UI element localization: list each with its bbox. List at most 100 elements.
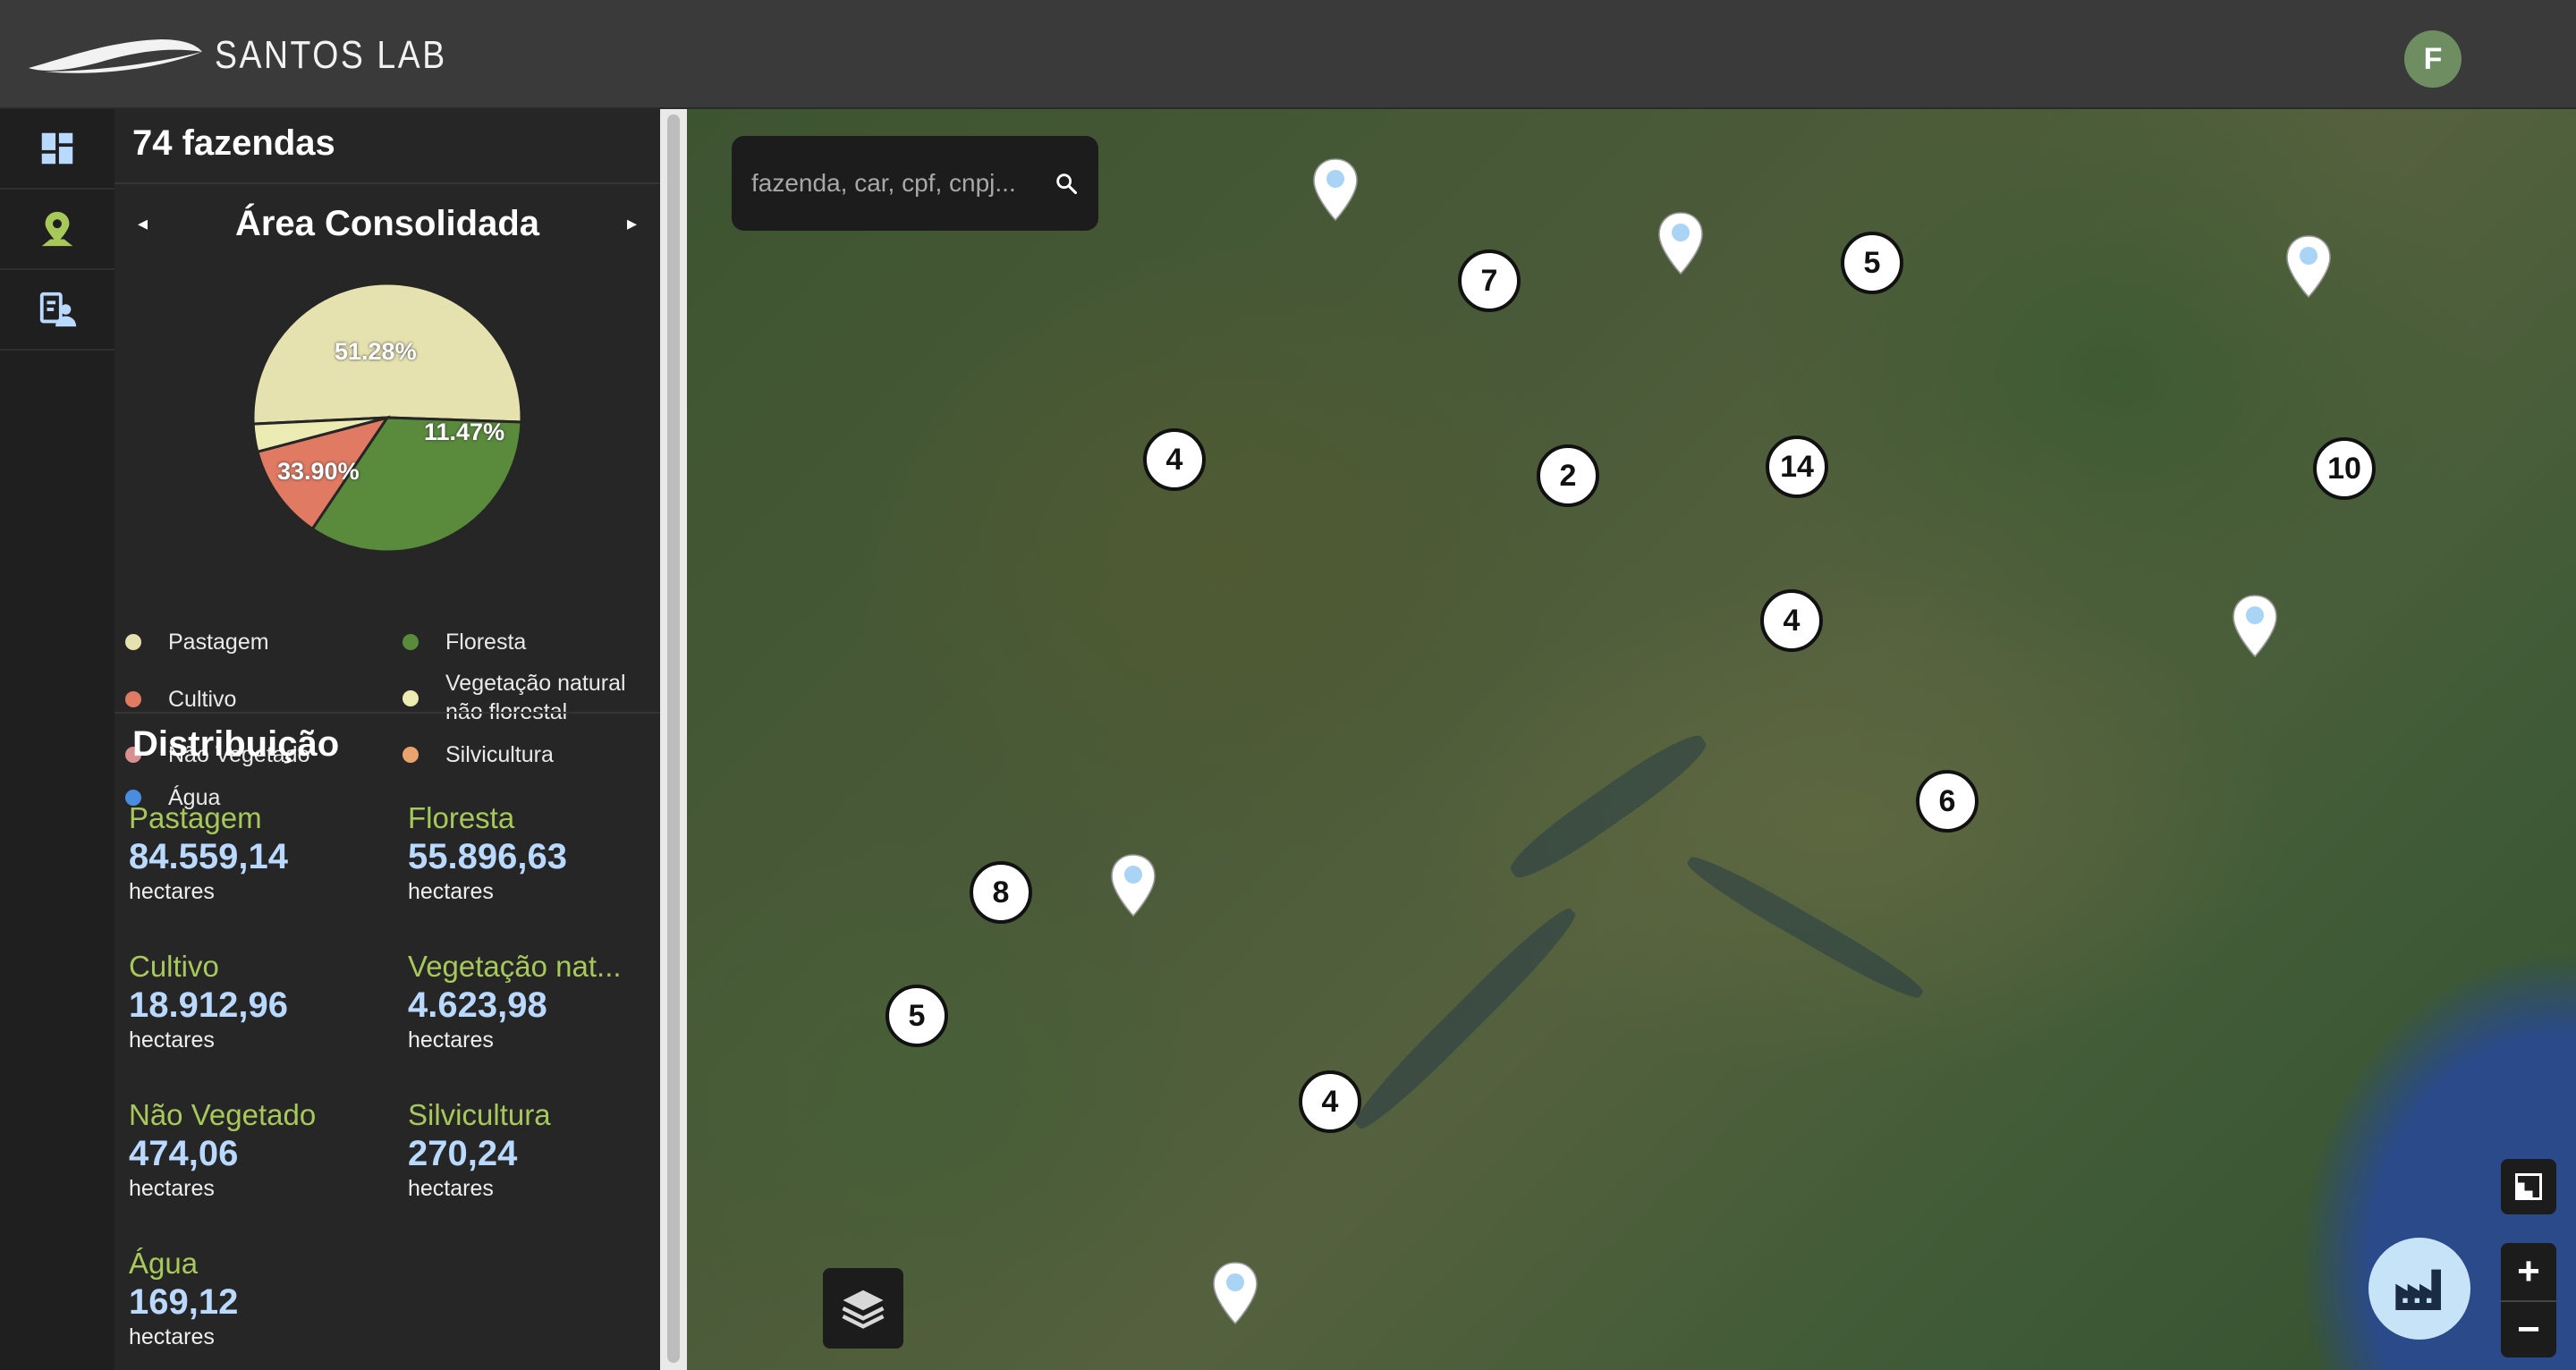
legend-label: Floresta	[445, 630, 527, 655]
stat-unit: hectares	[129, 879, 215, 904]
stat-silvicultura: Silvicultura 270,24 hectares	[408, 1098, 649, 1202]
icon-rail	[0, 109, 114, 1370]
zoom-in-button[interactable]: +	[2501, 1243, 2556, 1300]
stat-pastagem: Pastagem 84.559,14 hectares	[129, 801, 370, 905]
stat-unit: hectares	[408, 1028, 494, 1053]
legend-label: Silvicultura	[445, 742, 554, 767]
legend-swatch	[402, 690, 419, 706]
search-box[interactable]	[732, 136, 1098, 231]
carousel-prev-button[interactable]: ◂	[138, 212, 148, 235]
stat-vegetacao: Vegetação nat... 4.623,98 hectares	[408, 950, 649, 1053]
legend-item: Cultivo	[125, 685, 236, 714]
stat-value: 474,06	[129, 1134, 239, 1173]
section-divider	[114, 712, 660, 714]
map-pin-icon[interactable]	[2232, 594, 2278, 658]
swoosh-logo-icon	[29, 39, 202, 73]
map-pin-icon	[41, 211, 73, 247]
rail-item-clients[interactable]	[0, 270, 114, 351]
ruler-icon	[2515, 1173, 2542, 1200]
farm-cluster[interactable]: 6	[1916, 770, 1979, 833]
stat-name: Floresta	[408, 801, 515, 834]
stat-unit: hectares	[129, 1176, 215, 1201]
search-icon[interactable]	[1054, 167, 1079, 199]
legend-item: Silvicultura	[402, 740, 554, 769]
farm-count: 74 fazendas	[114, 109, 660, 184]
legend-swatch	[125, 691, 141, 707]
map-pin-icon[interactable]	[2285, 234, 2332, 299]
factory-icon	[2395, 1269, 2441, 1310]
carousel-next-button[interactable]: ▸	[627, 212, 637, 235]
farm-cluster[interactable]: 10	[2313, 437, 2376, 500]
map-pin-icon[interactable]	[1110, 853, 1157, 918]
map-river	[1682, 849, 1928, 1006]
map-pin-icon[interactable]	[1657, 211, 1704, 275]
map-river	[1503, 725, 1714, 888]
stat-value: 55.896,63	[408, 837, 567, 876]
stat-name: Silvicultura	[408, 1098, 551, 1131]
farm-cluster[interactable]: 4	[1760, 589, 1823, 652]
legend-swatch	[402, 747, 419, 763]
stat-unit: hectares	[129, 1324, 215, 1349]
summary-panel: 74 fazendas ◂ Área Consolidada ▸ 51.28% …	[114, 109, 660, 1370]
stat-name: Água	[129, 1247, 199, 1280]
farm-cluster[interactable]: 8	[970, 861, 1032, 924]
stat-value: 169,12	[129, 1282, 239, 1322]
stat-value: 4.623,98	[408, 985, 547, 1025]
legend-swatch	[125, 634, 141, 650]
search-input[interactable]	[751, 169, 1046, 198]
stat-unit: hectares	[408, 1176, 494, 1201]
farm-cluster[interactable]: 5	[1841, 232, 1903, 294]
scrollbar-thumb[interactable]	[667, 114, 680, 1363]
farm-cluster[interactable]: 7	[1458, 249, 1521, 312]
stat-name: Vegetação nat...	[408, 950, 622, 983]
farm-cluster[interactable]: 14	[1766, 436, 1828, 498]
user-avatar[interactable]: F	[2404, 30, 2462, 88]
satellite-map[interactable]: 7 5 4 2 14 10 4 6 8 5 4	[687, 109, 2576, 1370]
stat-floresta: Floresta 55.896,63 hectares	[408, 801, 649, 905]
legend-item: Floresta	[402, 628, 526, 656]
client-list-icon	[39, 292, 77, 327]
stat-name: Pastagem	[129, 801, 262, 834]
facilities-button[interactable]	[2368, 1238, 2470, 1340]
pie-label-pastagem: 51.28%	[335, 338, 417, 365]
top-bar: SANTOS LAB F	[0, 0, 2576, 109]
pie-label-cultivo: 11.47%	[424, 419, 505, 445]
brand-name: SANTOS LAB	[215, 33, 447, 77]
farm-cluster[interactable]: 5	[886, 985, 948, 1047]
dashboard-icon	[41, 132, 73, 165]
zoom-out-button[interactable]: −	[2501, 1300, 2556, 1357]
rail-item-dashboard[interactable]	[0, 109, 114, 190]
layers-icon	[842, 1290, 885, 1329]
layers-button[interactable]	[823, 1268, 903, 1349]
map-river	[1346, 900, 1584, 1137]
pie-label-floresta: 33.90%	[277, 458, 360, 485]
brand-logo[interactable]: SANTOS LAB	[27, 30, 488, 80]
stat-value: 270,24	[408, 1134, 518, 1173]
stat-agua: Água 169,12 hectares	[129, 1247, 370, 1350]
legend-item: Vegetação natural não florestal	[402, 669, 653, 726]
measure-button[interactable]	[2501, 1159, 2556, 1214]
legend-swatch	[402, 634, 419, 650]
farm-cluster[interactable]: 4	[1143, 428, 1206, 491]
stat-name: Cultivo	[129, 950, 219, 983]
carousel-title: Área Consolidada	[234, 203, 540, 243]
legend-label: Pastagem	[168, 630, 269, 655]
stat-nao-vegetado: Não Vegetado 474,06 hectares	[129, 1098, 370, 1202]
map-pin-icon[interactable]	[1212, 1261, 1258, 1325]
stat-value: 18.912,96	[129, 985, 288, 1025]
farm-cluster[interactable]: 4	[1299, 1070, 1361, 1133]
map-pin-icon[interactable]	[1312, 157, 1359, 222]
legend-item: Pastagem	[125, 628, 269, 656]
rail-item-map[interactable]	[0, 190, 114, 270]
stat-name: Não Vegetado	[129, 1098, 317, 1131]
chart-carousel: ◂ Área Consolidada ▸	[114, 184, 660, 263]
stat-value: 84.559,14	[129, 837, 288, 876]
pie-chart: 51.28% 33.90% 11.47%	[249, 279, 526, 556]
pie-chart-svg	[251, 282, 523, 554]
panel-scrollbar[interactable]	[660, 109, 687, 1370]
stat-unit: hectares	[129, 1028, 215, 1053]
farm-cluster[interactable]: 2	[1537, 444, 1599, 507]
stat-cultivo: Cultivo 18.912,96 hectares	[129, 950, 370, 1053]
legend-label: Cultivo	[168, 687, 237, 712]
distribution-title: Distribuição	[132, 724, 340, 764]
